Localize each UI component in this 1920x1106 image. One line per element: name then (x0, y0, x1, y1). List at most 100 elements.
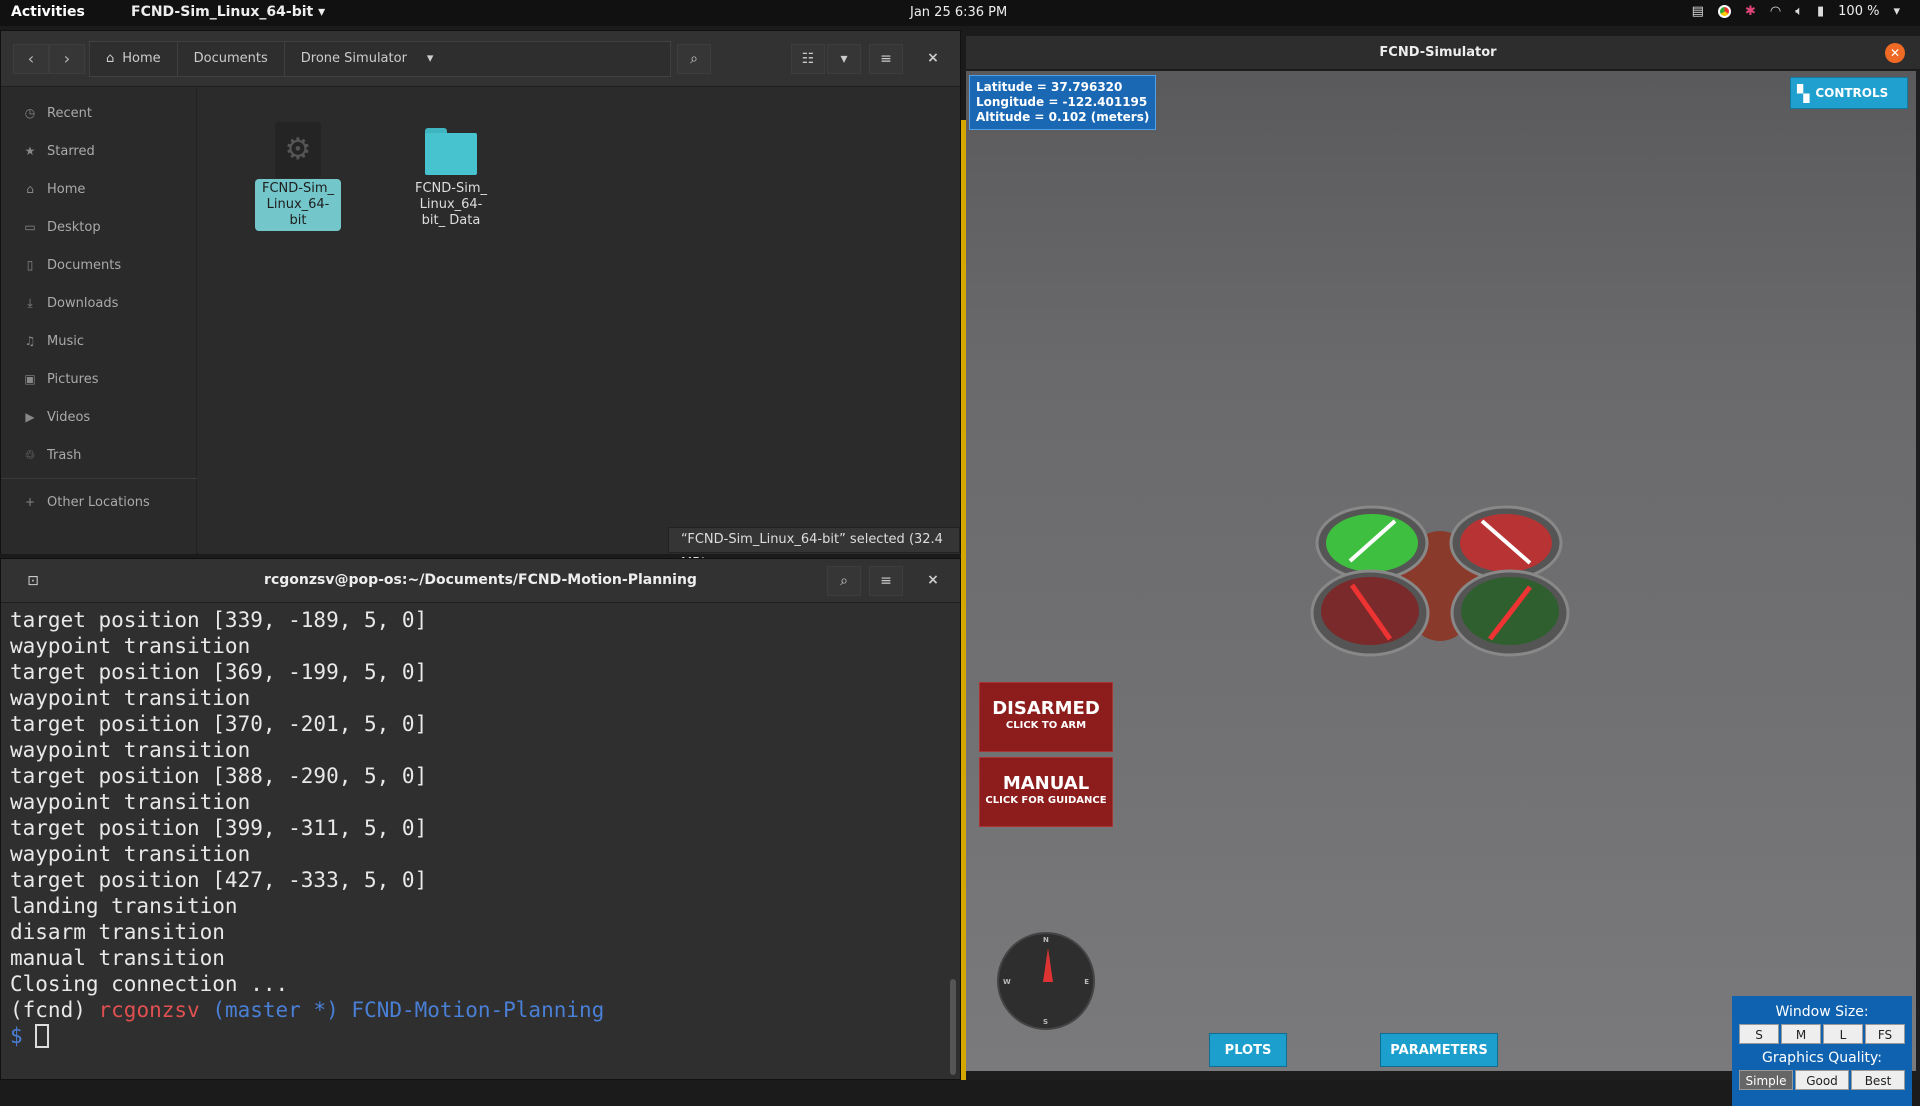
file-view: ⚙ FCND-Sim_ Linux_64-bit FCND-Sim_ Linux… (198, 88, 960, 554)
drone-model (1310, 505, 1570, 657)
view-options-button[interactable]: ▾ (827, 44, 861, 74)
chevron-down-icon[interactable]: ▾ (427, 42, 434, 76)
controls-label: CONTROLS (1815, 86, 1889, 100)
sidebar-item-label: Desktop (47, 219, 101, 235)
sidebar-item-label: Home (47, 181, 86, 197)
simulator-header: FCND-Simulator ✕ (966, 36, 1920, 70)
activities-button[interactable]: Activities (11, 4, 85, 20)
sidebar-item-starred[interactable]: ★ Starred (23, 140, 95, 162)
window-size-m[interactable]: M (1781, 1024, 1821, 1044)
menu-button[interactable]: ≡ (869, 44, 903, 74)
sidebar-item-other-locations[interactable]: + Other Locations (23, 491, 150, 513)
compass: N S E W (997, 932, 1095, 1030)
window-size-label: Window Size: (1775, 1004, 1869, 1020)
terminal-line: waypoint transition (10, 686, 251, 710)
rotor-rear-right (1450, 569, 1570, 657)
sidebar-item-label: Documents (47, 257, 122, 273)
guidance-button[interactable]: MANUAL CLICK FOR GUIDANCE (979, 757, 1113, 827)
sidebar-item-desktop[interactable]: ▭ Desktop (23, 216, 101, 238)
terminal-line: Closing connection ... (10, 972, 289, 996)
layout-icon[interactable]: ▤ (1692, 4, 1704, 19)
back-button[interactable]: ‹ (13, 44, 49, 74)
system-tray[interactable]: ▤ ✱ ◠ 🔈︎ ▮ 100 % ▾ (1692, 4, 1900, 19)
crumb-home[interactable]: ⌂ Home (90, 42, 178, 76)
graphics-good[interactable]: Good (1795, 1070, 1849, 1090)
sidebar-item-pictures[interactable]: ▣ Pictures (23, 368, 98, 390)
terminal-close-button[interactable]: × (917, 566, 949, 596)
breadcrumb: ⌂ Home Documents Drone Simulator ▾ (89, 41, 671, 77)
terminal-line: waypoint transition (10, 842, 251, 866)
search-button[interactable]: ⌕ (677, 44, 711, 74)
simulator-viewport[interactable]: Latitude = 37.796320 Longitude = -122.40… (966, 71, 1916, 1106)
video-icon: ▶ (25, 410, 35, 424)
terminal-scrollbar[interactable] (950, 979, 956, 1075)
compass-east: E (1084, 978, 1089, 986)
search-icon: ⌕ (690, 51, 698, 67)
view-toggle-button[interactable]: ☷ (791, 44, 825, 74)
selection-status: “FCND-Sim_Linux_64-bit” selected (32.4 M… (668, 527, 960, 571)
app-menu[interactable]: FCND-Sim_Linux_64-bit ▾ (131, 4, 325, 20)
close-icon: ✕ (1889, 46, 1901, 60)
settings-panel: Window Size: S M L FS Graphics Quality: … (1732, 996, 1912, 1106)
crumb-drone-simulator[interactable]: Drone Simulator ▾ (285, 42, 450, 76)
parameters-button[interactable]: PARAMETERS (1380, 1033, 1498, 1067)
file-item-label: FCND-Sim_ Linux_64-bit_ Data (414, 181, 487, 228)
arm-hint-label: CLICK TO ARM (1005, 720, 1087, 731)
close-button[interactable]: × (917, 44, 949, 74)
desktop-icon: ▭ (24, 220, 36, 234)
arm-button[interactable]: DISARMED CLICK TO ARM (979, 682, 1113, 752)
sidebar-item-videos[interactable]: ▶ Videos (23, 406, 90, 428)
sidebar-item-downloads[interactable]: ⤓ Downloads (23, 292, 118, 314)
terminal-prompt: (fcnd) rcgonzsv (master *) FCND-Motion-P… (10, 997, 950, 1023)
terminal-line: waypoint transition (10, 634, 251, 658)
mode-label: MANUAL (1002, 773, 1090, 794)
sidebar-item-documents[interactable]: ▯ Documents (23, 254, 121, 276)
crumb-documents[interactable]: Documents (178, 42, 285, 76)
plus-icon: + (24, 495, 36, 509)
file-item[interactable]: ⚙ FCND-Sim_ Linux_64-bit (243, 122, 353, 231)
prompt-branch: (master *) (212, 998, 339, 1022)
slack-icon[interactable]: ✱ (1745, 4, 1756, 19)
simulator-window: FCND-Simulator ✕ Latitude = 37.796320 Lo… (966, 36, 1920, 1106)
file-item[interactable]: FCND-Sim_ Linux_64-bit_ Data (396, 122, 506, 231)
window-size-fs[interactable]: FS (1865, 1024, 1905, 1044)
terminal-line: target position [339, -189, 5, 0] (10, 608, 428, 632)
altitude-readout: Altitude = 0.102 (meters) (976, 110, 1150, 124)
clock[interactable]: Jan 25 6:36 PM (910, 5, 1007, 20)
trash-icon: ♲ (24, 448, 36, 462)
close-icon: × (927, 50, 939, 66)
window-size-s[interactable]: S (1739, 1024, 1779, 1044)
terminal-search-button[interactable]: ⌕ (827, 566, 861, 596)
sidebar-item-recent[interactable]: ◷ Recent (23, 102, 92, 124)
sidebar-item-trash[interactable]: ♲ Trash (23, 444, 82, 466)
graphics-best[interactable]: Best (1851, 1070, 1905, 1090)
terminal-menu-button[interactable]: ≡ (869, 566, 903, 596)
window-size-l[interactable]: L (1823, 1024, 1863, 1044)
plots-button[interactable]: PLOTS (1209, 1033, 1287, 1067)
terminal-line: manual transition (10, 946, 225, 970)
chevron-down-icon[interactable]: ▾ (1893, 4, 1900, 19)
file-item-label: FCND-Sim_ Linux_64-bit (255, 179, 341, 231)
battery-level[interactable]: 100 % (1838, 4, 1879, 19)
terminal-output[interactable]: target position [339, -189, 5, 0] waypoin… (10, 607, 950, 1077)
battery-icon[interactable]: ▮ (1817, 4, 1824, 19)
graphics-simple[interactable]: Simple (1739, 1070, 1793, 1090)
wifi-icon[interactable]: ◠ (1770, 4, 1781, 19)
graphics-quality-options: Simple Good Best (1732, 1070, 1912, 1090)
executable-file-icon: ⚙ (275, 122, 321, 178)
chrome-icon[interactable] (1717, 5, 1731, 18)
chevron-left-icon: ‹ (27, 49, 35, 68)
sidebar-item-home[interactable]: ⌂ Home (23, 178, 85, 200)
simulator-close-button[interactable]: ✕ (1885, 43, 1905, 63)
sidebar-item-music[interactable]: ♫ Music (23, 330, 84, 352)
chevron-down-icon: ▾ (840, 51, 848, 67)
sidebar-item-label: Recent (47, 105, 92, 121)
crumb-label: Documents (193, 51, 268, 66)
controls-button[interactable]: ▚ CONTROLS (1790, 77, 1908, 109)
home-icon: ⌂ (106, 51, 115, 66)
forward-button[interactable]: › (49, 44, 85, 74)
chevron-right-icon: › (63, 49, 71, 68)
volume-icon[interactable]: 🔈︎ (1795, 4, 1803, 19)
compass-west: W (1003, 978, 1011, 986)
prompt-user: rcgonzsv (98, 998, 200, 1022)
